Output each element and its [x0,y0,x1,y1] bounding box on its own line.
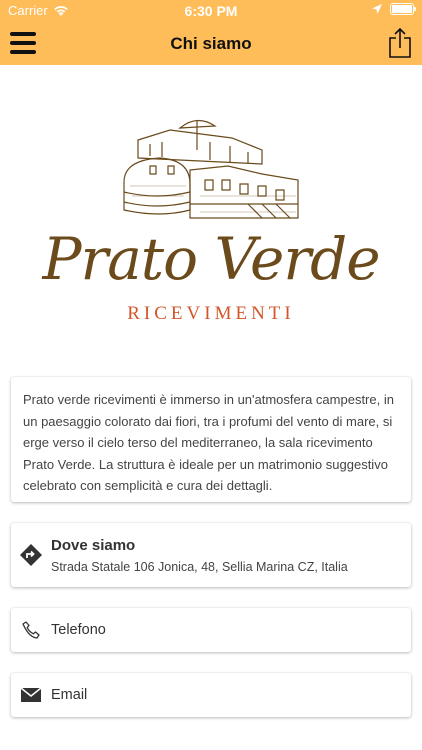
brand-logo: Prato Verde RICEVIMENTI [0,100,422,330]
mail-icon [21,688,41,702]
villa-illustration-icon [123,119,299,219]
top-bar: Carrier 6:30 PM Chi siamo [0,0,422,65]
phone-row[interactable]: Telefono [11,608,411,652]
about-card: Prato verde ricevimenti è immerso in un'… [11,377,411,502]
status-time: 6:30 PM [184,3,238,19]
mail-icon-wrap [11,688,51,702]
location-title: Dove siamo [51,536,136,554]
location-text: Dove siamo Strada Statale 106 Jonica, 48… [51,537,348,574]
logo-subtitle: RICEVIMENTI [127,303,295,324]
location-address: Strada Statale 106 Jonica, 48, Sellia Ma… [51,559,348,574]
page-title: Chi siamo [170,34,252,53]
directions-icon-wrap [11,544,51,566]
status-right [372,3,416,15]
logo-name: Prato Verde [42,225,380,293]
about-text: Prato verde ricevimenti è immerso in un'… [23,392,394,493]
location-row[interactable]: Dove siamo Strada Statale 106 Jonica, 48… [11,523,411,587]
nav-bar: Chi siamo [0,22,422,65]
status-bar: Carrier 6:30 PM [0,0,422,22]
share-icon[interactable] [388,28,412,58]
phone-icon-wrap [11,621,51,639]
location-arrow-icon [372,4,382,14]
battery-icon [390,3,416,15]
email-label: Email [51,687,88,703]
email-row[interactable]: Email [11,673,411,717]
phone-label: Telefono [51,622,106,638]
phone-icon [22,621,40,639]
directions-icon [20,544,42,566]
